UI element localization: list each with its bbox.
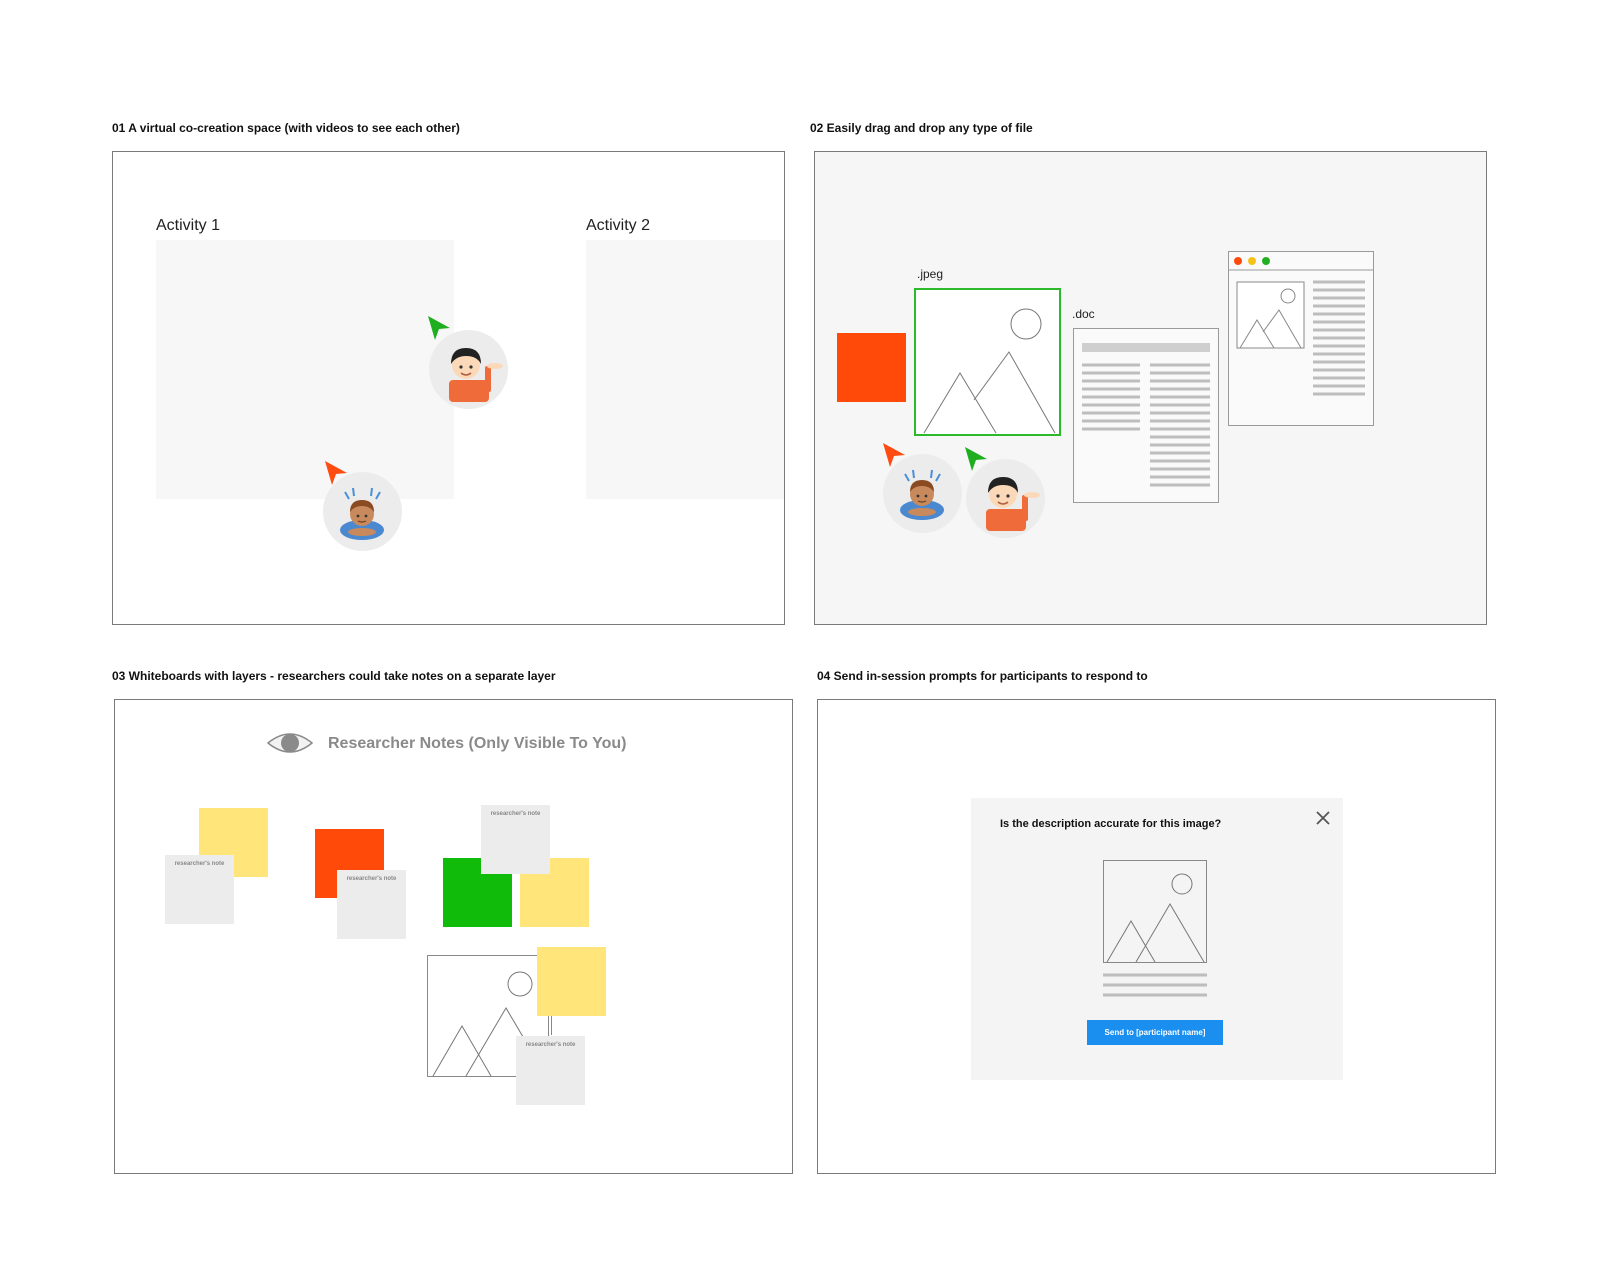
person-bowing-icon bbox=[900, 469, 944, 520]
webpage-file[interactable] bbox=[1228, 251, 1374, 426]
image-placeholder-icon bbox=[923, 308, 1056, 434]
researcher-note[interactable]: researcher's note bbox=[337, 870, 406, 939]
browser-window-icon bbox=[1229, 257, 1373, 396]
send-to-participant-button[interactable]: Send to [participant name] bbox=[1087, 1020, 1223, 1045]
jpeg-file[interactable] bbox=[914, 288, 1061, 436]
prompt-modal: Is the description accurate for this ima… bbox=[971, 798, 1343, 1080]
person-tipping-hand-icon bbox=[449, 348, 503, 402]
prompt-image bbox=[1103, 860, 1207, 963]
researcher-note[interactable]: researcher's note bbox=[481, 805, 550, 874]
caption-panel-1: 01 A virtual co-creation space (with vid… bbox=[112, 121, 460, 135]
panel-session-prompts: Is the description accurate for this ima… bbox=[817, 699, 1496, 1174]
activity-1-title: Activity 1 bbox=[156, 217, 221, 234]
researcher-note-label: researcher's note bbox=[346, 876, 397, 882]
caption-panel-4: 04 Send in-session prompts for participa… bbox=[817, 669, 1148, 683]
image-placeholder-icon bbox=[1106, 873, 1205, 962]
person-tipping-hand-icon bbox=[986, 477, 1040, 531]
researcher-note[interactable]: researcher's note bbox=[516, 1036, 585, 1105]
caption-panel-3: 03 Whiteboards with layers - researchers… bbox=[112, 669, 556, 683]
researcher-notes-layer-title[interactable]: Researcher Notes (Only Visible To You) bbox=[328, 735, 626, 753]
person-bowing-icon bbox=[340, 487, 384, 540]
panel-whiteboard-layers: Researcher Notes (Only Visible To You) r… bbox=[114, 699, 793, 1174]
panel-co-creation-space: Activity 1 Activity 2 bbox=[112, 151, 785, 625]
doc-file[interactable] bbox=[1073, 328, 1219, 503]
participant-avatar-2[interactable] bbox=[883, 454, 962, 533]
activity-1-area[interactable] bbox=[156, 240, 454, 499]
eye-visibility-icon[interactable] bbox=[266, 727, 314, 759]
activity-2-area[interactable] bbox=[586, 240, 784, 499]
doc-label: .doc bbox=[1072, 307, 1095, 321]
document-lines-icon bbox=[1082, 343, 1210, 487]
researcher-note-label: researcher's note bbox=[174, 861, 225, 867]
note-connector-line bbox=[551, 1015, 552, 1035]
jpeg-label: .jpeg bbox=[917, 267, 944, 281]
close-icon[interactable] bbox=[1316, 811, 1330, 825]
sticky-note-yellow[interactable] bbox=[537, 947, 606, 1016]
dropped-color-block[interactable] bbox=[837, 333, 906, 402]
prompt-question: Is the description accurate for this ima… bbox=[1000, 818, 1222, 830]
researcher-note-label: researcher's note bbox=[525, 1042, 576, 1048]
description-lines bbox=[1103, 973, 1207, 997]
participant-avatar-1[interactable] bbox=[966, 459, 1045, 538]
activity-2-title: Activity 2 bbox=[586, 217, 651, 234]
panel-drag-and-drop: .jpeg .doc bbox=[814, 151, 1487, 625]
caption-panel-2: 02 Easily drag and drop any type of file bbox=[810, 121, 1033, 135]
participant-avatar-1[interactable] bbox=[429, 330, 508, 409]
participant-avatar-2[interactable] bbox=[323, 472, 402, 551]
researcher-note[interactable]: researcher's note bbox=[165, 855, 234, 924]
researcher-note-label: researcher's note bbox=[490, 811, 541, 817]
